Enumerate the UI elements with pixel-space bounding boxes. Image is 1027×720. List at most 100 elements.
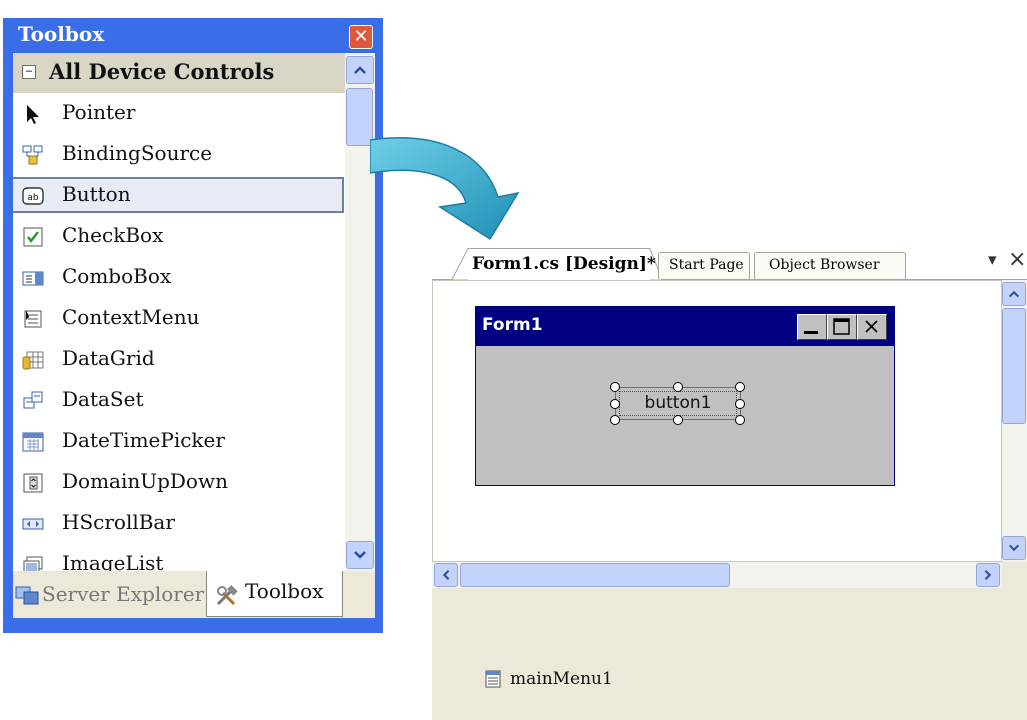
close-icon bbox=[865, 320, 878, 333]
design-surface: Form1 button1 mainMenu1 bbox=[432, 280, 1027, 720]
chevron-down-icon bbox=[1008, 544, 1020, 552]
resize-handle-top-left[interactable] bbox=[610, 382, 620, 392]
context-menu-icon bbox=[24, 310, 42, 328]
hscrollbar-icon bbox=[22, 518, 44, 530]
toolbox-close-button[interactable]: ✕ bbox=[349, 25, 373, 49]
close-button[interactable] bbox=[857, 314, 887, 340]
category-label: All Device Controls bbox=[49, 59, 275, 84]
form1-window[interactable]: Form1 button1 bbox=[475, 306, 895, 486]
combobox-icon bbox=[22, 271, 44, 286]
designer-vertical-scrollbar[interactable] bbox=[1002, 280, 1027, 562]
minimize-button[interactable] bbox=[797, 314, 827, 340]
tab-label: Object Browser bbox=[769, 257, 880, 273]
toolbox-vertical-scrollbar[interactable] bbox=[345, 53, 375, 571]
checkbox-icon bbox=[23, 227, 43, 247]
scroll-left-button[interactable] bbox=[434, 563, 458, 587]
scroll-down-button[interactable] bbox=[1002, 536, 1026, 560]
maximize-button[interactable] bbox=[827, 314, 857, 340]
document-tab-strip: Form1.cs [Design]* Start Page Object Bro… bbox=[432, 240, 1027, 280]
toolbox-item-dataset[interactable]: DataSet bbox=[13, 381, 345, 421]
resize-handle-left[interactable] bbox=[610, 399, 620, 409]
toolbox-body: − All Device Controls Pointer BindingSou… bbox=[13, 53, 375, 618]
curved-arrow-icon bbox=[370, 137, 520, 241]
server-explorer-icon bbox=[15, 586, 39, 605]
button1-label: button1 bbox=[644, 393, 712, 413]
tab-dropdown-icon[interactable]: ▾ bbox=[988, 250, 997, 270]
tab-label: Start Page bbox=[669, 257, 744, 273]
toolbox-item-button[interactable]: ab Button bbox=[13, 177, 344, 213]
tab-object-browser[interactable]: Object Browser bbox=[754, 252, 906, 279]
svg-text:ab: ab bbox=[27, 193, 39, 203]
toolbox-item-imagelist[interactable]: ImageList bbox=[13, 545, 345, 571]
close-icon[interactable]: × bbox=[1008, 247, 1026, 272]
tab-start-page[interactable]: Start Page bbox=[658, 252, 750, 279]
designer-window: Form1.cs [Design]* Start Page Object Bro… bbox=[432, 240, 1027, 720]
toolbox-item-label: BindingSource bbox=[62, 141, 213, 165]
chevron-right-icon bbox=[984, 569, 992, 581]
toolbox-item-label: HScrollBar bbox=[62, 510, 175, 534]
design-canvas[interactable]: Form1 button1 bbox=[432, 280, 1002, 562]
scroll-thumb[interactable] bbox=[1002, 308, 1026, 424]
chevron-up-icon bbox=[354, 66, 366, 74]
tray-component-mainmenu1[interactable]: mainMenu1 bbox=[510, 669, 613, 689]
datetime-picker-icon bbox=[22, 432, 44, 452]
imagelist-icon bbox=[23, 556, 43, 571]
tab-label: Server Explorer bbox=[42, 582, 205, 606]
toolbox-item-label: CheckBox bbox=[62, 223, 164, 247]
scroll-up-button[interactable] bbox=[1002, 282, 1026, 306]
scroll-thumb[interactable] bbox=[460, 563, 730, 587]
toolbox-item-label: ImageList bbox=[62, 551, 164, 571]
toolbox-item-label: DataSet bbox=[62, 387, 144, 411]
dataset-icon bbox=[23, 391, 43, 409]
toolbox-title-bar: Toolbox ✕ bbox=[8, 18, 378, 53]
toolbox-item-contextmenu[interactable]: ContextMenu bbox=[13, 299, 345, 339]
maximize-icon bbox=[833, 318, 850, 335]
chevron-up-icon bbox=[1008, 290, 1020, 298]
tab-label: Toolbox bbox=[245, 579, 324, 603]
toolbox-item-domainupdown[interactable]: DomainUpDown bbox=[13, 463, 345, 503]
toolbox-item-datagrid[interactable]: DataGrid bbox=[13, 340, 345, 380]
resize-handle-right[interactable] bbox=[735, 399, 745, 409]
toolbox-item-label: Button bbox=[62, 182, 131, 206]
resize-handle-top[interactable] bbox=[673, 382, 683, 392]
toolbox-item-checkbox[interactable]: CheckBox bbox=[13, 217, 345, 257]
designer-horizontal-scrollbar[interactable] bbox=[432, 562, 1002, 588]
tab-server-explorer[interactable]: Server Explorer bbox=[13, 574, 205, 612]
resize-handle-top-right[interactable] bbox=[735, 382, 745, 392]
tab-label: Form1.cs [Design]* bbox=[472, 254, 656, 274]
toolbox-item-label: DataGrid bbox=[62, 346, 155, 370]
scroll-thumb[interactable] bbox=[346, 88, 373, 146]
component-tray: mainMenu1 bbox=[432, 588, 1027, 720]
form1-title: Form1 bbox=[482, 315, 543, 335]
scroll-up-button[interactable] bbox=[346, 56, 374, 84]
collapse-icon[interactable]: − bbox=[22, 65, 36, 79]
toolbox-tools-icon bbox=[216, 585, 238, 606]
toolbox-item-combobox[interactable]: ComboBox bbox=[13, 258, 345, 298]
pointer-icon bbox=[27, 105, 39, 124]
datagrid-icon bbox=[22, 351, 44, 370]
scroll-down-button[interactable] bbox=[346, 541, 374, 569]
toolbox-item-pointer[interactable]: Pointer bbox=[13, 94, 345, 134]
toolbox-item-hscrollbar[interactable]: HScrollBar bbox=[13, 504, 345, 544]
toolbox-tab-strip: Server Explorer Toolbox bbox=[13, 571, 375, 618]
minimize-icon bbox=[804, 331, 818, 334]
toolbox-item-list: − All Device Controls Pointer BindingSou… bbox=[13, 53, 345, 571]
resize-handle-bottom-right[interactable] bbox=[735, 415, 745, 425]
domain-updown-icon bbox=[23, 473, 43, 493]
toolbox-item-datetimepicker[interactable]: DateTimePicker bbox=[13, 422, 345, 462]
resize-handle-bottom[interactable] bbox=[673, 415, 683, 425]
form1-title-bar[interactable]: Form1 bbox=[476, 307, 894, 346]
scrollbar-corner bbox=[1002, 562, 1027, 588]
toolbox-item-label: Pointer bbox=[62, 100, 136, 124]
toolbox-item-label: DateTimePicker bbox=[62, 428, 225, 452]
tab-toolbox[interactable]: Toolbox bbox=[206, 571, 343, 617]
toolbox-item-label: ContextMenu bbox=[62, 305, 200, 329]
main-menu-icon bbox=[485, 670, 501, 688]
binding-source-icon bbox=[22, 145, 43, 165]
scroll-right-button[interactable] bbox=[976, 563, 1000, 587]
chevron-left-icon bbox=[442, 569, 450, 581]
toolbox-item-bindingsource[interactable]: BindingSource bbox=[13, 135, 345, 175]
toolbox-item-label: DomainUpDown bbox=[62, 469, 228, 493]
resize-handle-bottom-left[interactable] bbox=[610, 415, 620, 425]
category-header-all-device-controls[interactable]: − All Device Controls bbox=[13, 53, 345, 93]
